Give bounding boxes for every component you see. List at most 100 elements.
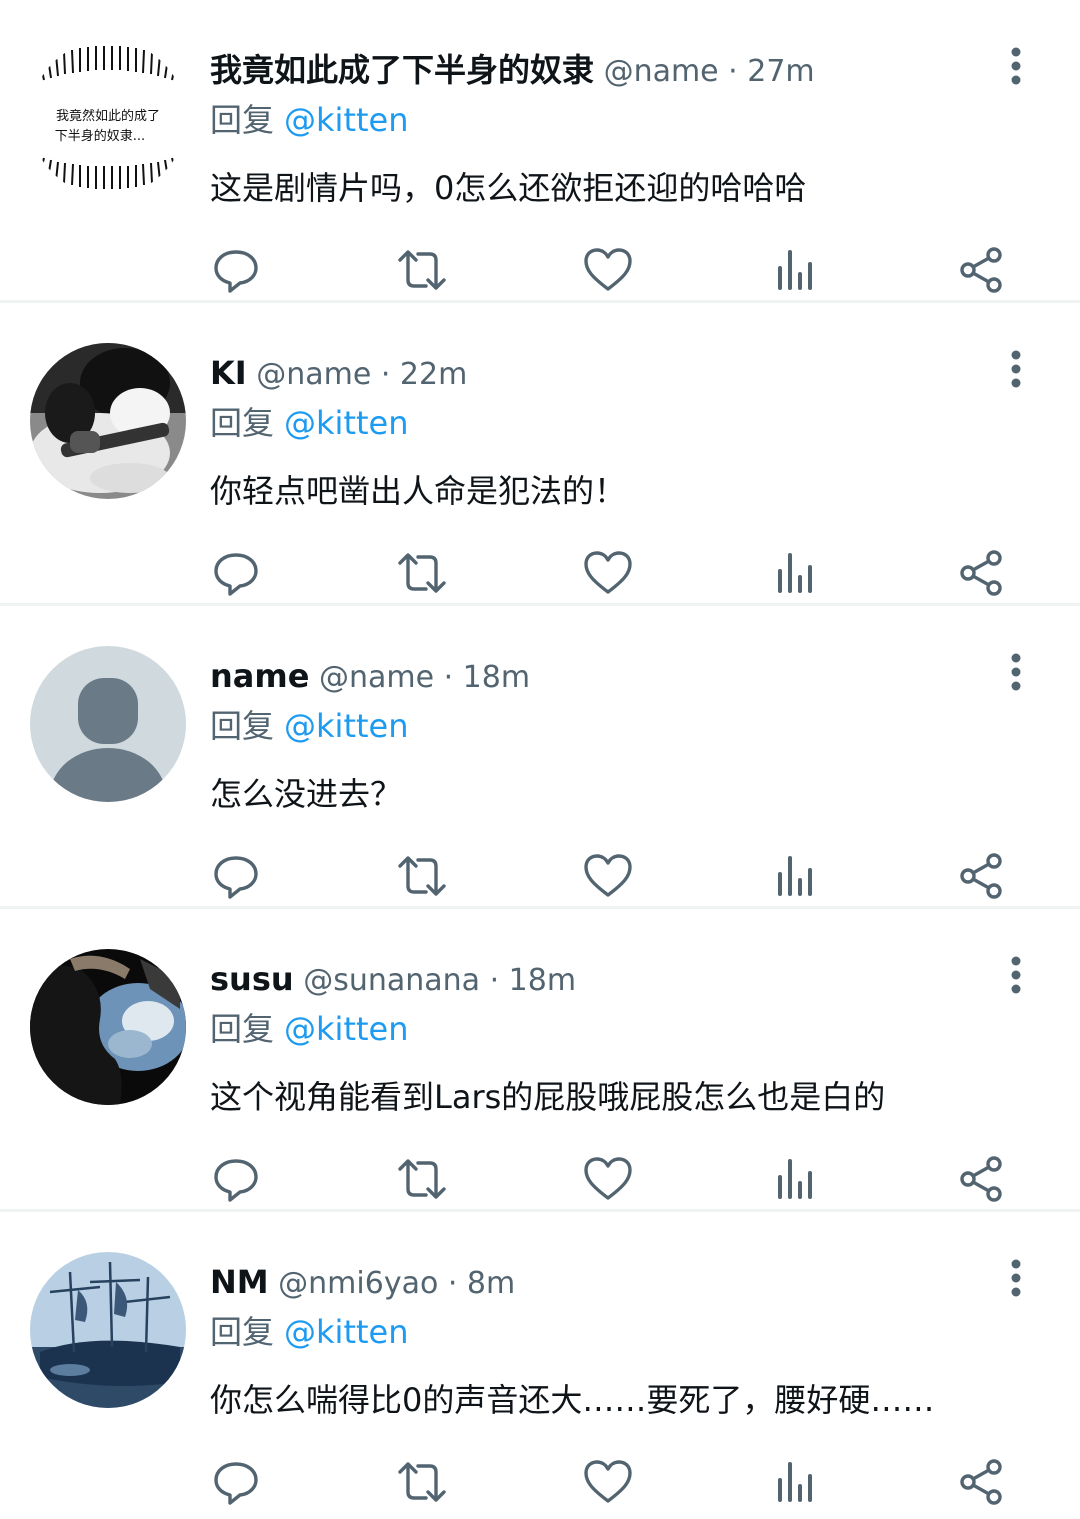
views-button[interactable]	[770, 852, 822, 900]
reply-icon	[214, 1462, 258, 1505]
views-button[interactable]	[770, 1458, 822, 1506]
more-options-button[interactable]	[996, 1256, 1036, 1300]
reply-button[interactable]	[210, 852, 262, 900]
retweet-icon	[398, 250, 446, 290]
handle-and-time: @nmi6yao · 8m	[278, 1266, 516, 1301]
reply-tweet[interactable]: NM @nmi6yao · 8m 回复 @kitten 你怎么喘得比0的声音还大……	[0, 1212, 1080, 1512]
display-name[interactable]: KI	[210, 354, 247, 392]
avatar[interactable]	[30, 1252, 186, 1408]
tweet-header: name @name · 18m	[210, 654, 530, 698]
reply-button[interactable]	[210, 549, 262, 597]
display-name[interactable]: NM	[210, 1263, 269, 1301]
avatar-image	[30, 949, 186, 1105]
replying-to: 回复 @kitten	[210, 1310, 409, 1354]
reply-prefix: 回复	[210, 1010, 275, 1048]
share-button[interactable]	[956, 1458, 1008, 1506]
reply-mention-link[interactable]: @kitten	[284, 404, 408, 442]
action-bar	[210, 549, 1010, 597]
like-button[interactable]	[582, 852, 634, 900]
reply-mention-link[interactable]: @kitten	[284, 1010, 408, 1048]
display-name[interactable]: susu	[210, 960, 294, 998]
tweet-text: 这个视角能看到Lars的屁股哦屁股怎么也是白的	[210, 1078, 886, 1116]
default-avatar-icon	[30, 646, 186, 802]
reply-button[interactable]	[210, 1155, 262, 1203]
tweet-text: 你怎么喘得比0的声音还大……要死了，腰好硬……	[210, 1381, 935, 1419]
tweet-header: KI @name · 22m	[210, 351, 467, 395]
retweet-button[interactable]	[396, 1155, 448, 1203]
more-vertical-icon	[1011, 350, 1021, 388]
reply-tweet[interactable]: name @name · 18m 回复 @kitten 怎么没进去？	[0, 606, 1080, 909]
reply-icon	[214, 250, 258, 293]
replying-to: 回复 @kitten	[210, 98, 409, 142]
share-icon	[960, 1156, 1002, 1202]
retweet-button[interactable]	[396, 549, 448, 597]
reply-mention-link[interactable]: @kitten	[284, 707, 408, 745]
tweet-text: 你轻点吧凿出人命是犯法的！	[210, 472, 627, 510]
views-button[interactable]	[770, 549, 822, 597]
views-icon	[778, 553, 812, 593]
share-icon	[960, 550, 1002, 596]
reply-tweet[interactable]: KI @name · 22m 回复 @kitten 你轻点吧凿出人命是犯法的！	[0, 303, 1080, 606]
tweet-text: 怎么没进去？	[210, 775, 403, 813]
reply-prefix: 回复	[210, 1313, 275, 1351]
like-button[interactable]	[582, 246, 634, 294]
share-button[interactable]	[956, 246, 1008, 294]
avatar[interactable]: 我竟然如此的成了 下半身的奴隶...	[30, 40, 186, 196]
more-vertical-icon	[1011, 1259, 1021, 1297]
views-icon	[778, 1159, 812, 1199]
retweet-icon	[398, 1159, 446, 1199]
like-icon	[584, 1157, 632, 1200]
retweet-button[interactable]	[396, 246, 448, 294]
avatar[interactable]	[30, 343, 186, 499]
like-button[interactable]	[582, 549, 634, 597]
avatar[interactable]	[30, 646, 186, 802]
display-name[interactable]: name	[210, 657, 309, 695]
reply-tweet[interactable]: 我竟然如此的成了 下半身的奴隶... 我竟如此成了下半身的奴隶 @name · …	[0, 0, 1080, 303]
reply-mention-link[interactable]: @kitten	[284, 1313, 408, 1351]
share-button[interactable]	[956, 549, 1008, 597]
action-bar	[210, 1458, 1010, 1506]
action-bar	[210, 852, 1010, 900]
like-button[interactable]	[582, 1458, 634, 1506]
more-options-button[interactable]	[996, 953, 1036, 997]
tweet-header: susu @sunanana · 18m	[210, 957, 576, 1001]
share-button[interactable]	[956, 1155, 1008, 1203]
reply-prefix: 回复	[210, 101, 275, 139]
views-button[interactable]	[770, 246, 822, 294]
share-button[interactable]	[956, 852, 1008, 900]
tweet-header: 我竟如此成了下半身的奴隶 @name · 27m	[210, 48, 815, 92]
views-icon	[778, 250, 812, 290]
reply-icon	[214, 856, 258, 899]
reply-prefix: 回复	[210, 707, 275, 745]
avatar[interactable]	[30, 949, 186, 1105]
reply-prefix: 回复	[210, 404, 275, 442]
avatar-caption-line1: 我竟然如此的成了	[56, 108, 160, 124]
more-options-button[interactable]	[996, 347, 1036, 391]
reply-button[interactable]	[210, 1458, 262, 1506]
more-vertical-icon	[1011, 47, 1021, 85]
more-options-button[interactable]	[996, 650, 1036, 694]
retweet-button[interactable]	[396, 852, 448, 900]
reply-tweet[interactable]: susu @sunanana · 18m 回复 @kitten 这个视角能看到La…	[0, 909, 1080, 1212]
retweet-icon	[398, 553, 446, 593]
replying-to: 回复 @kitten	[210, 1007, 409, 1051]
views-button[interactable]	[770, 1155, 822, 1203]
share-icon	[960, 247, 1002, 293]
reply-button[interactable]	[210, 246, 262, 294]
handle-and-time: @sunanana · 18m	[303, 963, 577, 998]
retweet-icon	[398, 856, 446, 896]
display-name[interactable]: 我竟如此成了下半身的奴隶	[210, 51, 594, 89]
tweet-text: 这是剧情片吗，0怎么还欲拒还迎的哈哈哈	[210, 169, 807, 207]
more-options-button[interactable]	[996, 44, 1036, 88]
like-icon	[584, 551, 632, 594]
replying-to: 回复 @kitten	[210, 401, 409, 445]
retweet-button[interactable]	[396, 1458, 448, 1506]
like-button[interactable]	[582, 1155, 634, 1203]
avatar-image	[30, 343, 186, 499]
reply-mention-link[interactable]: @kitten	[284, 101, 408, 139]
action-bar	[210, 246, 1010, 294]
retweet-icon	[398, 1462, 446, 1502]
avatar-image: 我竟然如此的成了 下半身的奴隶...	[30, 40, 186, 196]
more-vertical-icon	[1011, 956, 1021, 994]
handle-and-time: @name · 18m	[318, 660, 531, 695]
